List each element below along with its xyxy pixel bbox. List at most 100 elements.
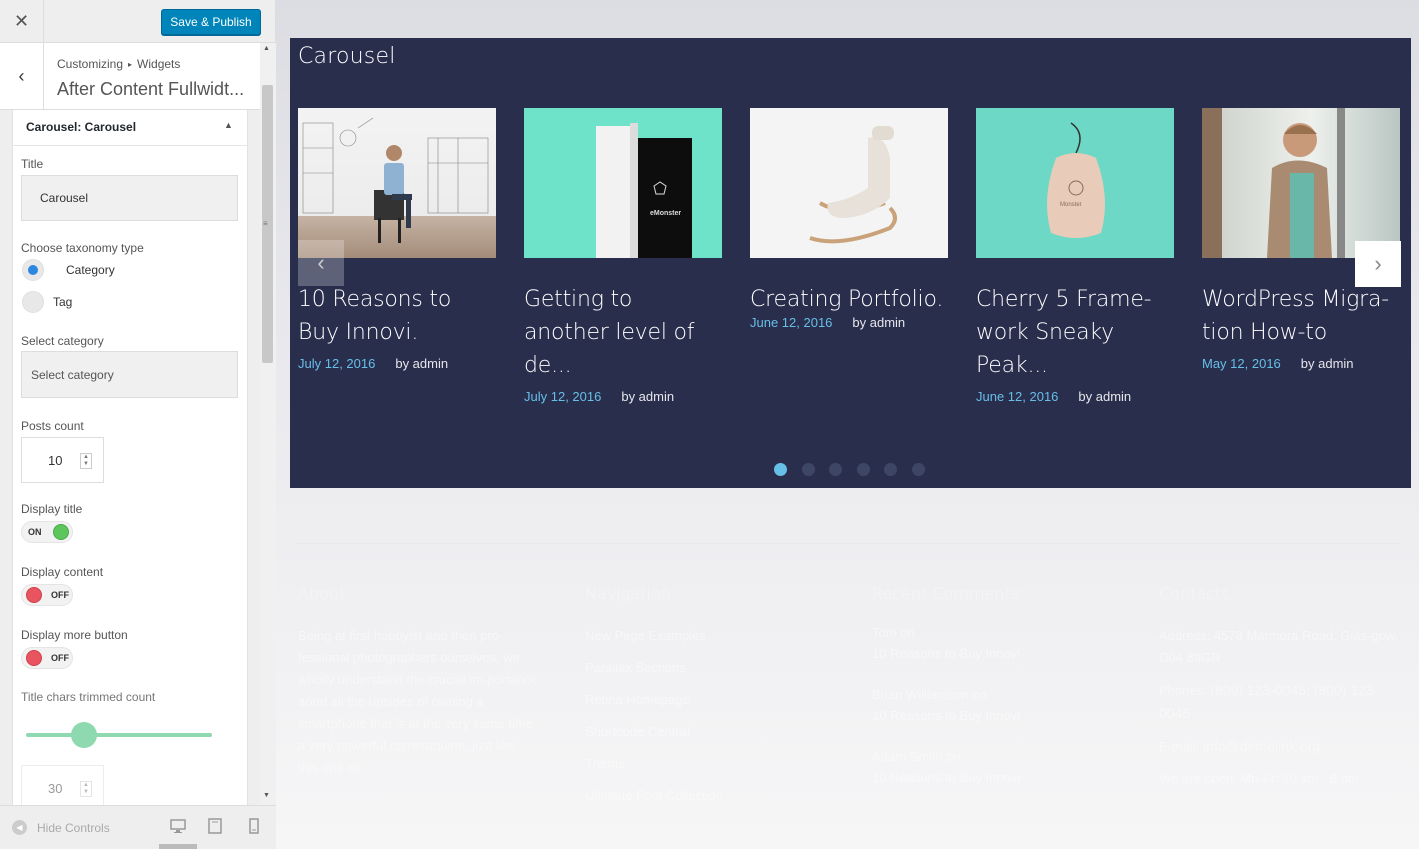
toggle-knob — [26, 650, 42, 666]
customizer-header: ✕ Save & Publish — [0, 0, 275, 43]
carousel-card[interactable]: Monster Cherry 5 Frame-work Sneaky Peak.… — [976, 108, 1174, 404]
scroll-down-icon[interactable]: ▼ — [263, 792, 270, 799]
footer-nav-link[interactable]: Ultimate Font Collection — [585, 785, 825, 807]
display-content-label: Display content — [21, 565, 104, 579]
breadcrumb-widgets: Widgets — [137, 57, 181, 71]
footer-contacts-title: Contacts — [1159, 584, 1230, 603]
display-more-toggle[interactable]: OFF — [21, 647, 73, 669]
carousel-card[interactable]: eMonster Getting to another level of de.… — [524, 108, 722, 404]
post-thumbnail-pouch[interactable]: Monster — [976, 108, 1174, 258]
stepper-arrows-icon[interactable]: ▲ ▼ — [80, 453, 92, 469]
carousel-dot[interactable] — [801, 463, 815, 476]
carousel-card[interactable]: WordPress Migra-tion How-to May 12, 2016… — [1202, 108, 1400, 371]
post-meta: May 12, 2016 by admin — [1202, 356, 1400, 371]
carousel-widget: Carousel 10 Reasons to Buy Innovi. July … — [290, 38, 1411, 488]
carousel-dot[interactable] — [911, 463, 925, 476]
category-label: Select category — [21, 334, 104, 348]
post-thumbnail-man-sitting[interactable] — [298, 108, 496, 258]
mobile-icon[interactable] — [249, 818, 259, 837]
widget-title: Carousel: Carousel — [26, 120, 137, 134]
desktop-icon[interactable] — [170, 818, 186, 837]
carousel-widget-panel: Carousel: Carousel ▲ Title Carousel Choo… — [12, 110, 248, 805]
posts-count-label: Posts count — [21, 419, 84, 433]
trim-slider-track[interactable] — [26, 733, 212, 737]
scroll-up-icon[interactable]: ▲ — [263, 45, 270, 52]
footer-nav-link[interactable]: Theme — [585, 753, 825, 775]
post-thumbnail-man-glasses[interactable] — [1202, 108, 1400, 258]
comment-item: Tom on 10 Reasons to Buy Innovi — [872, 625, 1112, 661]
post-date[interactable]: June 12, 2016 — [750, 315, 832, 330]
post-author[interactable]: by admin — [395, 356, 448, 371]
display-content-toggle[interactable]: OFF — [21, 584, 73, 606]
post-author[interactable]: by admin — [621, 389, 674, 404]
back-icon[interactable]: ‹ — [0, 43, 44, 110]
post-thumbnail-chair[interactable] — [750, 108, 948, 258]
post-title[interactable]: 10 Reasons to Buy Innovi. — [298, 283, 496, 349]
sidebar-scrollbar[interactable]: ▲ ≡ ▼ — [260, 43, 276, 805]
post-title[interactable]: WordPress Migra-tion How-to — [1202, 283, 1400, 349]
contact-address: Address: 4578 Marmora Road, Glas-gow, D0… — [1159, 628, 1399, 665]
contact-email-value[interactable]: info@demolink.org — [1203, 738, 1320, 754]
breadcrumb: Customizing ▸ Widgets — [57, 57, 180, 71]
post-date[interactable]: June 12, 2016 — [976, 389, 1058, 404]
contact-phones: Phones: (800) 123-0045; (800) 123-0046 — [1159, 679, 1399, 725]
customizer-footer: ◀ Hide Controls — [0, 805, 276, 849]
post-author[interactable]: by admin — [1301, 356, 1354, 371]
post-author[interactable]: by admin — [1078, 389, 1131, 404]
site-footer-widgets: About Being at first hobbyist and then p… — [276, 500, 1419, 849]
post-meta: July 12, 2016 by admin — [298, 356, 496, 371]
carousel-prev-icon[interactable]: ‹ — [298, 240, 344, 286]
title-input[interactable]: Carousel — [21, 175, 238, 221]
carousel-dot[interactable] — [829, 463, 842, 476]
pouch-brand-text: Monster — [1060, 202, 1082, 208]
footer-navigation: Navigation New Page Examples Parallax Se… — [585, 584, 825, 817]
comment-post-link[interactable]: 10 Reasons to Buy Innovi — [872, 708, 1112, 723]
contact-phones-label: Phones: — [1159, 683, 1207, 698]
footer-about-title: About — [298, 584, 346, 603]
post-author[interactable]: by admin — [852, 315, 905, 330]
widget-header[interactable]: Carousel: Carousel ▲ — [13, 110, 247, 146]
close-icon[interactable]: ✕ — [0, 0, 44, 43]
footer-about-text: Being at first hobbyist and then pro-fes… — [298, 628, 538, 775]
radio-category[interactable] — [22, 259, 44, 281]
footer-contacts: Contacts Address: 4578 Marmora Road, Gla… — [1159, 584, 1399, 790]
contact-email-label: E-mail: — [1159, 739, 1200, 754]
post-date[interactable]: May 12, 2016 — [1202, 356, 1281, 371]
display-title-toggle[interactable]: ON — [21, 521, 73, 543]
carousel-dot[interactable] — [856, 463, 870, 476]
category-select[interactable]: Select category — [21, 351, 238, 398]
footer-divider — [296, 543, 1401, 544]
trim-count-stepper[interactable]: 30 ▲ ▼ — [21, 765, 104, 805]
comment-post-link[interactable]: 10 Reasons to Buy Innovi — [872, 646, 1112, 661]
radio-category-label: Category — [66, 263, 115, 277]
carousel-title: Carousel — [298, 44, 396, 69]
footer-recent-comments: Recent Comments Tom on 10 Reasons to Buy… — [872, 584, 1112, 799]
stepper-arrows-icon[interactable]: ▲ ▼ — [80, 781, 92, 797]
footer-nav-link[interactable]: Retina Homepage — [585, 689, 825, 711]
comment-author[interactable]: Brian Williamson on — [872, 687, 1112, 702]
footer-nav-link[interactable]: Shortcode Central — [585, 721, 825, 743]
comment-post-link[interactable]: 10 Reasons to Buy Innovi — [872, 770, 1112, 785]
display-title-label: Display title — [21, 502, 83, 516]
post-title[interactable]: Cherry 5 Frame-work Sneaky Peak... — [976, 283, 1174, 382]
post-title[interactable]: Creating Portfolio. — [750, 283, 948, 316]
trim-slider-thumb[interactable] — [70, 722, 97, 748]
radio-tag[interactable] — [22, 291, 44, 313]
footer-nav-link[interactable]: Parallax Sections — [585, 657, 825, 679]
post-thumbnail-tablet[interactable]: eMonster — [524, 108, 722, 258]
carousel-dot[interactable] — [884, 463, 897, 476]
collapse-caret-icon[interactable]: ▲ — [224, 120, 233, 130]
save-publish-button[interactable]: Save & Publish — [161, 9, 261, 35]
comment-author[interactable]: Tom on — [872, 625, 1112, 640]
post-title[interactable]: Getting to another level of de... — [524, 283, 722, 382]
comment-author[interactable]: Adam Smith on — [872, 749, 1112, 764]
carousel-card[interactable]: Creating Portfolio. June 12, 2016 by admi… — [750, 108, 948, 330]
post-date[interactable]: July 12, 2016 — [298, 356, 375, 371]
carousel-dot[interactable] — [774, 463, 787, 476]
posts-count-stepper[interactable]: 10 ▲ ▼ — [21, 437, 104, 483]
tablet-icon[interactable] — [208, 818, 222, 837]
carousel-next-icon[interactable]: › — [1355, 241, 1401, 287]
hide-controls-button[interactable]: ◀ Hide Controls — [12, 820, 110, 835]
post-date[interactable]: July 12, 2016 — [524, 389, 601, 404]
footer-nav-link[interactable]: New Page Examples — [585, 625, 825, 647]
